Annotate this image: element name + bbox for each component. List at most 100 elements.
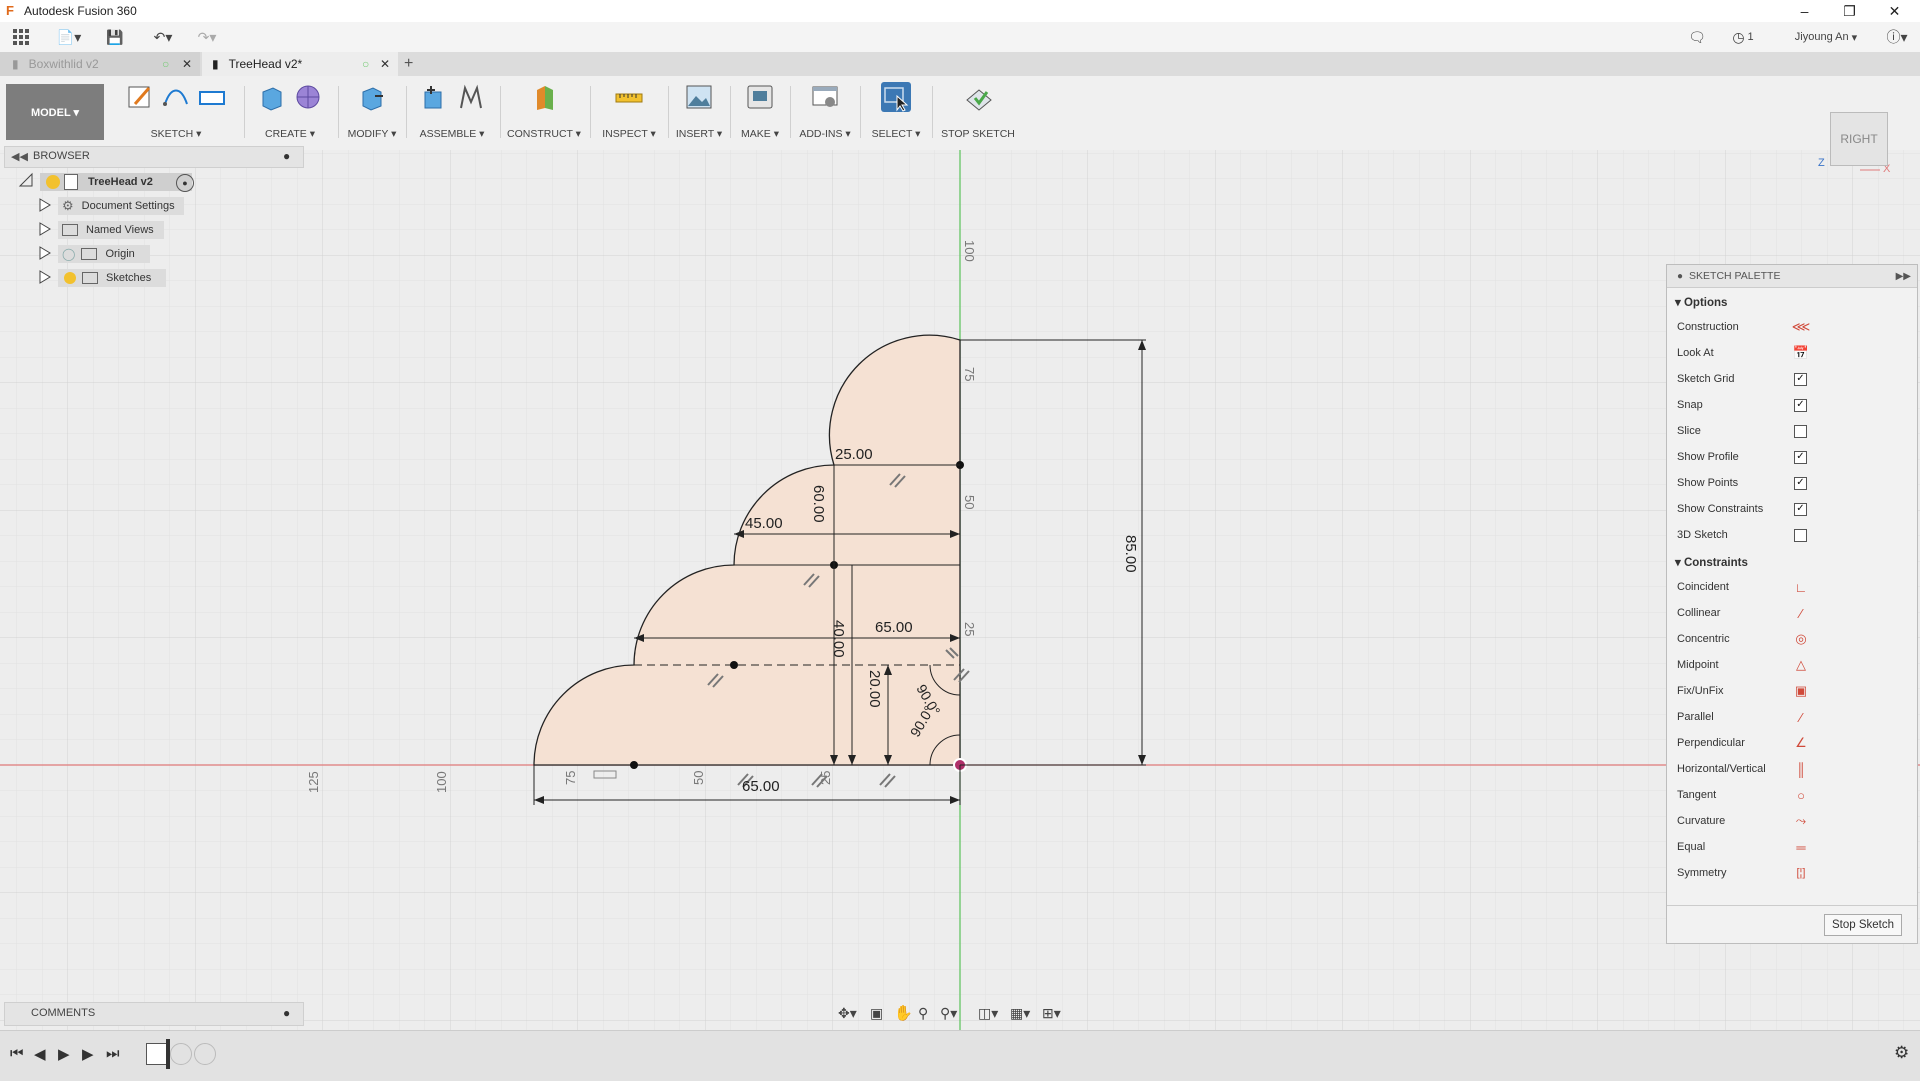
select-group[interactable]: SELECT ▾ (864, 82, 928, 144)
redo-icon[interactable]: ↷▾ (190, 27, 224, 47)
perpendicular-icon[interactable]: ∠ (1793, 735, 1809, 751)
dim-text-45[interactable]: 45.00 (745, 515, 783, 532)
orbit-icon[interactable]: ✥▾ (838, 1005, 857, 1022)
option-snap[interactable]: Snap ✓ (1677, 395, 1897, 415)
create-group[interactable]: CREATE ▾ (248, 82, 332, 144)
assemble-group[interactable]: ASSEMBLE ▾ (410, 82, 494, 144)
collinear-icon[interactable]: ⁄ (1793, 605, 1809, 621)
select-icon[interactable] (881, 82, 911, 112)
option-3d-sketch[interactable]: 3D Sketch (1677, 525, 1897, 545)
expand-sketches-icon[interactable] (38, 270, 52, 284)
expand-document-settings-icon[interactable] (38, 198, 52, 212)
tab-treehead[interactable]: ▮ TreeHead v2* ○ ✕ (202, 52, 398, 76)
fit-icon[interactable]: ⚲▾ (940, 1005, 957, 1022)
browser-item-sketches[interactable]: Sketches (58, 269, 166, 287)
collapse-panel-icon[interactable]: ◀◀ (11, 150, 28, 163)
timeline-settings-gear-icon[interactable]: ⚙ (1894, 1043, 1909, 1063)
stop-sketch-button[interactable]: Stop Sketch (1824, 914, 1902, 936)
lock-icon[interactable]: ▣ (1793, 683, 1809, 699)
stop-sketch-icon[interactable] (963, 82, 993, 112)
3d-sketch-checkbox[interactable] (1794, 528, 1807, 542)
3d-print-icon[interactable] (745, 82, 775, 112)
create-sketch-icon[interactable] (125, 82, 155, 112)
browser-item-document-settings[interactable]: ⚙ Document Settings (58, 197, 184, 215)
make-group[interactable]: MAKE ▾ (734, 82, 786, 144)
dim-text-65-mid[interactable]: 65.00 (875, 619, 913, 636)
constraint-concentric[interactable]: Concentric ◎ (1677, 629, 1897, 649)
comments-panel-header[interactable]: COMMENTS ● (4, 1002, 304, 1026)
dim-text-60[interactable]: 60.00 (810, 485, 827, 523)
dim-text-65-bottom[interactable]: 65.00 (742, 778, 780, 795)
constraint-perpendicular[interactable]: Perpendicular ∠ (1677, 733, 1897, 753)
activate-icon[interactable]: ● (176, 174, 194, 192)
viewports-icon[interactable]: ⊞▾ (1042, 1005, 1061, 1022)
play-icon[interactable]: ▶ (58, 1045, 70, 1063)
construction-icon[interactable]: ⋘ (1792, 319, 1811, 335)
tangent-icon[interactable]: ○ (1793, 787, 1809, 803)
close-icon[interactable]: ✕ (1872, 0, 1917, 22)
symmetry-icon[interactable]: [¦] (1793, 865, 1809, 881)
next-step-icon[interactable]: ▶ (82, 1045, 94, 1063)
addins-group[interactable]: ADD-INS ▾ (794, 82, 856, 144)
offset-plane-icon[interactable] (529, 82, 559, 112)
coincident-icon[interactable]: ∟ (1793, 579, 1809, 595)
constraint-coincident[interactable]: Coincident ∟ (1677, 577, 1897, 597)
scripts-addins-icon[interactable] (810, 82, 840, 112)
sketch-canvas[interactable]: 25.00 45.00 65.00 65.00 60.00 40.00 20.0… (0, 150, 1920, 1030)
constraint-curvature[interactable]: Curvature ⤳ (1677, 811, 1897, 831)
root-expand-icon[interactable] (18, 172, 38, 192)
browser-item-named-views[interactable]: Named Views (58, 221, 164, 239)
browser-panel-header[interactable]: ◀◀ BROWSER ● (4, 146, 304, 168)
sketch-palette-header[interactable]: ● SKETCH PALETTE ▶▶ (1667, 265, 1917, 288)
visibility-bulb-icon[interactable] (64, 272, 76, 284)
data-panel-grid-icon[interactable] (10, 27, 32, 47)
sketch-group[interactable]: SKETCH ▾ (114, 82, 238, 144)
show-profile-checkbox[interactable]: ✓ (1794, 450, 1807, 464)
constraint-collinear[interactable]: Collinear ⁄ (1677, 603, 1897, 623)
option-show-points[interactable]: Show Points ✓ (1677, 473, 1897, 493)
constraint-fix-unfix[interactable]: Fix/UnFix ▣ (1677, 681, 1897, 701)
constraint-equal[interactable]: Equal ═ (1677, 837, 1897, 857)
new-tab-icon[interactable]: + (404, 52, 424, 76)
visibility-bulb-icon[interactable]: ◯ (62, 247, 75, 261)
previous-step-icon[interactable]: ◀ (34, 1045, 46, 1063)
show-constraints-checkbox[interactable]: ✓ (1794, 502, 1807, 516)
rectangle-tool-icon[interactable] (197, 82, 227, 112)
collapse-palette-icon[interactable]: ▶▶ (1896, 271, 1911, 282)
option-construction[interactable]: Construction ⋘ (1677, 317, 1897, 337)
option-show-profile[interactable]: Show Profile ✓ (1677, 447, 1897, 467)
constraint-horizontal-vertical[interactable]: Horizontal/Vertical ║ (1677, 759, 1897, 779)
form-icon[interactable] (293, 82, 323, 112)
constraint-midpoint[interactable]: Midpoint △ (1677, 655, 1897, 675)
constraints-section-header[interactable]: ▾ Constraints (1675, 555, 1748, 569)
save-icon[interactable]: 💾 (104, 27, 126, 47)
user-menu[interactable]: Jiyoung An ▾ (1786, 27, 1866, 47)
new-component-icon[interactable] (419, 82, 449, 112)
pan-icon[interactable]: ✋ (894, 1004, 913, 1022)
sketch-point[interactable] (730, 661, 738, 669)
restore-icon[interactable]: ❐ (1827, 0, 1872, 22)
modify-group[interactable]: MODIFY ▾ (342, 82, 402, 144)
inspect-group[interactable]: INSPECT ▾ (594, 82, 664, 144)
timeline-feature-icon[interactable] (170, 1043, 192, 1065)
stop-sketch-group[interactable]: STOP SKETCH (936, 82, 1020, 144)
viewcube[interactable]: RIGHT (1830, 112, 1888, 166)
look-at-icon[interactable]: ▣ (870, 1005, 883, 1022)
zoom-icon[interactable]: ⚲ (918, 1005, 928, 1022)
grid-settings-icon[interactable]: ▦▾ (1010, 1005, 1030, 1022)
last-step-icon[interactable]: ⏭ (106, 1045, 120, 1062)
look-at-icon[interactable]: 📅 (1793, 345, 1809, 361)
midpoint-icon[interactable]: △ (1793, 657, 1809, 673)
option-slice[interactable]: Slice (1677, 421, 1897, 441)
file-menu-icon[interactable]: 📄▾ (54, 27, 84, 47)
job-status-icon[interactable]: ◷ 1 (1726, 27, 1760, 47)
option-sketch-grid[interactable]: Sketch Grid ✓ (1677, 369, 1897, 389)
show-points-checkbox[interactable]: ✓ (1794, 476, 1807, 490)
dim-text-25[interactable]: 25.00 (835, 446, 873, 463)
construct-group[interactable]: CONSTRUCT ▾ (504, 82, 584, 144)
tab-close-icon[interactable]: ✕ (182, 57, 192, 71)
extrude-icon[interactable] (257, 82, 287, 112)
tab-boxwithlid[interactable]: ▮ Boxwithlid v2 ○ ✕ (0, 52, 200, 76)
constraint-parallel[interactable]: Parallel ∕ (1677, 707, 1897, 727)
curvature-icon[interactable]: ⤳ (1793, 813, 1809, 829)
